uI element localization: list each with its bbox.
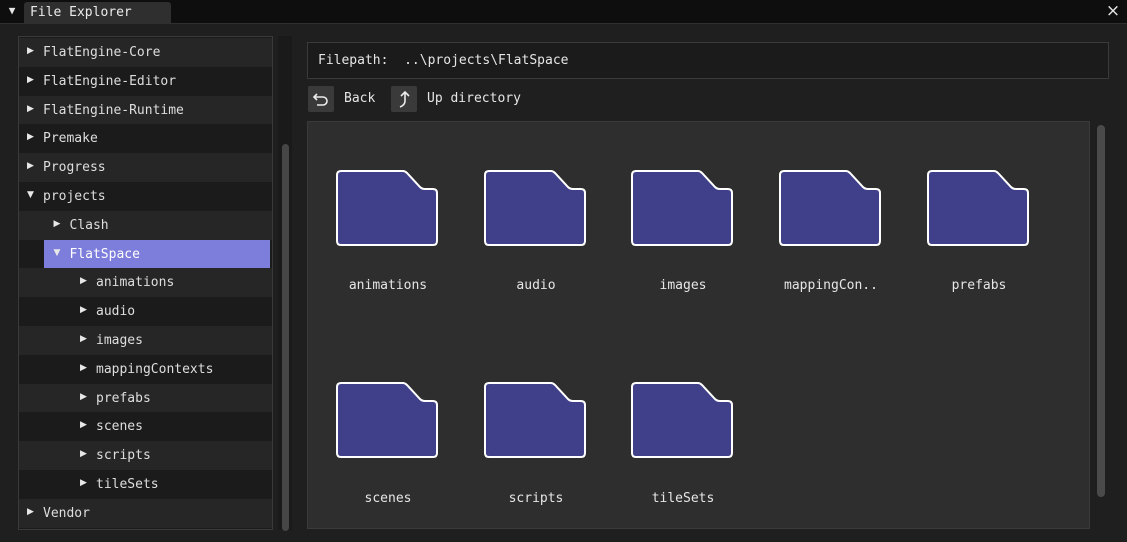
collapsed-arrow-icon[interactable]: ▶ [54,210,66,239]
up-directory-button[interactable] [391,86,417,112]
collapsed-arrow-icon[interactable]: ▶ [27,498,39,527]
expanded-arrow-icon[interactable]: ▼ [54,239,66,268]
tree-scrollbar[interactable] [278,36,292,531]
tree-item-images[interactable]: ▶ images [19,326,272,355]
back-arrow-icon [308,93,334,116]
tree-item-label: projects [43,189,106,204]
tree-item-flatspace[interactable]: ▼ FlatSpace [43,239,270,269]
folder-grid: animations audio images mappingCon.. prefabs… [307,121,1090,529]
folder-label-tilesets[interactable]: tileSets [613,490,753,508]
tree-item-label: Premake [43,131,98,147]
folder-icon[interactable] [631,169,735,247]
tree-item-vendor[interactable]: ▶ Vendor [19,498,272,528]
expanded-arrow-icon[interactable]: ▼ [27,181,39,210]
tree-item-flatengine-core[interactable]: ▶ FlatEngine-Core [19,38,272,67]
collapsed-arrow-icon[interactable]: ▶ [27,123,39,152]
tree-item-progress[interactable]: ▶ Progress [19,152,272,183]
tree-item-projects[interactable]: ▼ projects [19,182,272,211]
tree-item-label: FlatEngine-Editor [43,73,177,89]
tree-item-label: Vendor [43,505,90,521]
folder-icon[interactable] [484,381,588,459]
file-explorer-window: ▶ FlatEngine-Core ▶ FlatEngine-Editor ▶ FlatE… [0,24,1127,542]
collapsed-arrow-icon[interactable]: ▶ [27,37,39,66]
collapsed-arrow-icon[interactable]: ▶ [80,440,92,469]
tree-item-label: scripts [96,448,151,464]
folder-label-mappingcon-[interactable]: mappingCon.. [761,277,901,295]
collapsed-arrow-icon[interactable]: ▶ [80,383,92,412]
close-icon[interactable]: × [1105,1,1121,21]
filepath-value: ..\projects\FlatSpace [404,53,569,68]
tree-item-label: Progress [43,160,106,176]
folder-label-scripts[interactable]: scripts [466,490,606,508]
collapsed-arrow-icon[interactable]: ▶ [80,411,92,440]
tree-item-mappingcontexts[interactable]: ▶ mappingContexts [19,354,272,384]
tree-item-scripts[interactable]: ▶ scripts [19,440,272,471]
collapsed-arrow-icon[interactable]: ▶ [80,325,92,354]
filepath-label: Filepath: [318,53,389,68]
folder-icon[interactable] [336,169,440,247]
folder-icon[interactable] [631,381,735,459]
tree-item-label: FlatEngine-Core [43,45,161,60]
tree-item-label: audio [96,304,136,320]
tree-item-label: FlatEngine-Runtime [43,102,184,118]
tree-item-label: mappingContexts [96,361,214,377]
folder-label-audio[interactable]: audio [466,277,606,295]
folder-label-prefabs[interactable]: prefabs [909,277,1049,295]
collapsed-arrow-icon[interactable]: ▶ [27,66,39,95]
up-arrow-icon [391,90,417,116]
folder-label-images[interactable]: images [613,277,753,295]
folder-label-animations[interactable]: animations [318,277,458,295]
tree-item-premake[interactable]: ▶ Premake [19,123,272,154]
grid-scrollbar[interactable] [1092,121,1109,529]
tree-item-label: prefabs [96,390,151,406]
folder-icon[interactable] [779,169,883,247]
tree-item-audio[interactable]: ▶ audio [19,296,272,327]
collapsed-arrow-icon[interactable]: ▶ [27,152,39,181]
up-directory-label[interactable]: Up directory [427,86,521,112]
tree-item-label: scenes [96,419,143,435]
tab-file-explorer[interactable]: File Explorer [24,2,171,23]
collapsed-arrow-icon[interactable]: ▶ [80,354,92,383]
grid-scrollbar-thumb[interactable] [1097,125,1105,497]
filepath-bar: Filepath: ..\projects\FlatSpace [307,42,1109,79]
collapsed-arrow-icon[interactable]: ▶ [27,95,39,124]
tree-scrollbar-thumb[interactable] [282,144,289,531]
triangle-down-icon[interactable]: ▼ [5,4,19,18]
tree-item-label: FlatSpace [69,246,140,262]
tree-item-animations[interactable]: ▶ animations [19,267,272,298]
collapsed-arrow-icon[interactable]: ▶ [80,267,92,296]
folder-icon[interactable] [336,381,440,459]
title-bar: ▼ File Explorer × [0,0,1127,24]
tree-item-label: animations [96,275,175,291]
back-label[interactable]: Back [344,86,375,112]
tree-item-scenes[interactable]: ▶ scenes [19,411,272,442]
tree-item-clash[interactable]: ▶ Clash [19,210,272,240]
folder-icon[interactable] [484,169,588,247]
folder-label-scenes[interactable]: scenes [318,490,458,508]
tree-item-label: tileSets [96,477,159,492]
folder-icon[interactable] [927,169,1031,247]
tree-item-label: Clash [69,217,109,233]
tree-item-label: images [96,333,143,348]
tree-item-tilesets[interactable]: ▶ tileSets [19,470,272,499]
directory-tree: ▶ FlatEngine-Core ▶ FlatEngine-Editor ▶ FlatE… [18,36,273,530]
back-button[interactable] [308,86,334,112]
collapsed-arrow-icon[interactable]: ▶ [80,469,92,498]
tree-item-flatengine-editor[interactable]: ▶ FlatEngine-Editor [19,66,272,96]
tree-item-flatengine-runtime[interactable]: ▶ FlatEngine-Runtime [19,95,272,125]
collapsed-arrow-icon[interactable]: ▶ [80,296,92,325]
tree-item-prefabs[interactable]: ▶ prefabs [19,383,272,413]
